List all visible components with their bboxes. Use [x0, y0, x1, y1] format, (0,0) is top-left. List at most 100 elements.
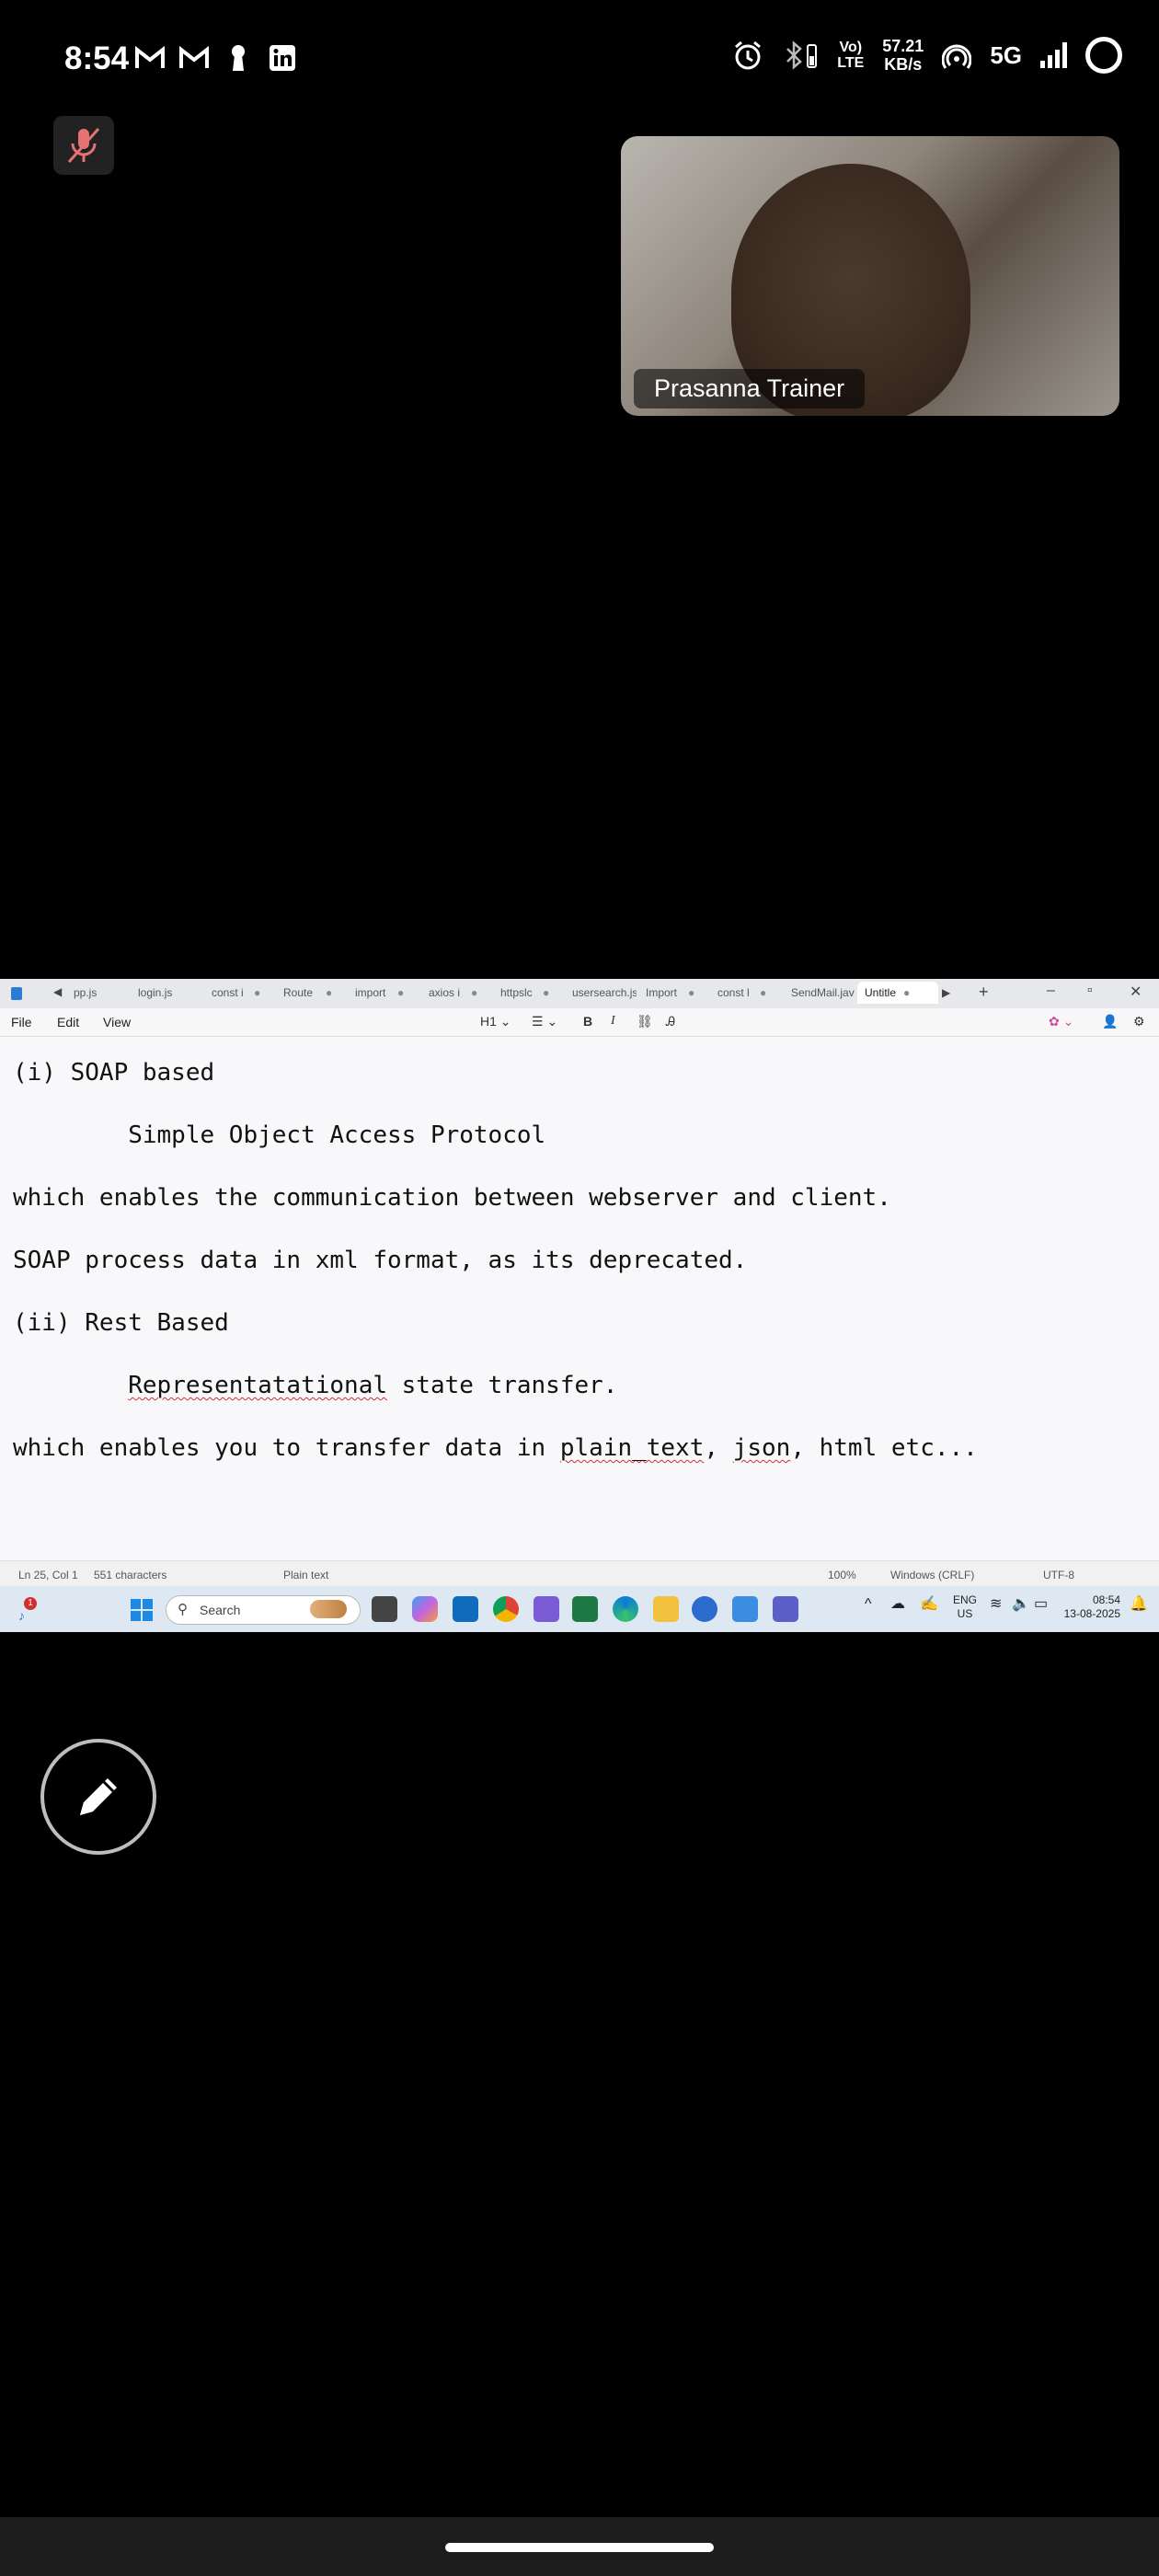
network-type: 5G	[990, 40, 1022, 69]
pencil-icon	[80, 1778, 117, 1815]
close-icon[interactable]: ✕	[1130, 983, 1142, 1001]
account-icon[interactable]: 👤	[1102, 1014, 1118, 1029]
menu-file[interactable]: File	[11, 1015, 32, 1029]
battery-tray-icon[interactable]: ▭	[1034, 1597, 1048, 1612]
menu-view[interactable]: View	[103, 1015, 131, 1029]
settings-gear-icon[interactable]: ⚙	[1133, 1014, 1145, 1029]
notepad-taskbar-icon[interactable]	[732, 1596, 758, 1622]
forms-icon[interactable]	[534, 1596, 559, 1622]
signal-icon	[1040, 42, 1067, 68]
network-speed: 57.21 KB/s	[882, 37, 924, 74]
text-editor[interactable]: (i) SOAP based Simple Object Access Prot…	[0, 1036, 1159, 1561]
store-icon[interactable]	[453, 1596, 478, 1622]
clear-format-icon[interactable]: Ꭿ	[666, 1014, 675, 1029]
teams-icon[interactable]	[773, 1596, 798, 1622]
taskbar-search[interactable]: ⚲ Search	[166, 1595, 361, 1625]
tab[interactable]: axios i	[429, 986, 462, 999]
tab[interactable]: SendMail.jav	[791, 986, 855, 999]
tab-modified-dot: ●	[688, 986, 695, 999]
tab[interactable]: login.js	[138, 986, 182, 999]
excel-icon[interactable]	[572, 1596, 598, 1622]
alarm-icon	[735, 40, 762, 70]
heading-dropdown[interactable]: H1 ⌄	[480, 1014, 511, 1029]
music-note-icon: ♪	[18, 1608, 25, 1623]
misspelled-word[interactable]: json	[733, 1434, 791, 1462]
tab[interactable]: const l	[717, 986, 751, 999]
italic-icon[interactable]: I	[611, 1014, 615, 1029]
clock-time: 08:54	[1092, 1593, 1120, 1606]
tab[interactable]: import	[355, 986, 392, 999]
taskbar-clock[interactable]: 08:54 13-08-2025	[1061, 1593, 1120, 1621]
speed-unit: KB/s	[884, 55, 923, 74]
tab[interactable]: pp.js	[74, 986, 114, 999]
notepad-tab-bar: ◀ pp.js login.js const i ● Route ● impor…	[0, 979, 1159, 1008]
clock: 8:54	[64, 40, 130, 76]
zoom-level[interactable]: 100%	[828, 1569, 856, 1581]
new-tab-icon[interactable]: +	[979, 983, 989, 1002]
tray-overflow-icon[interactable]: ^	[865, 1597, 872, 1612]
file-explorer-icon[interactable]	[653, 1596, 679, 1622]
editor-line: (i) SOAP based	[13, 1059, 215, 1087]
mic-muted-button[interactable]	[53, 116, 114, 175]
linkedin-icon	[267, 42, 298, 74]
notification-badge: 1	[24, 1597, 37, 1610]
hotspot-icon	[942, 44, 972, 69]
edge-icon[interactable]	[613, 1596, 638, 1622]
zoom-app-icon[interactable]	[692, 1596, 717, 1622]
task-view-icon[interactable]	[372, 1596, 397, 1622]
bold-icon[interactable]: B	[583, 1014, 592, 1029]
annotate-button[interactable]	[40, 1739, 156, 1855]
widgets-icon[interactable]: 1 ♪	[18, 1597, 39, 1623]
clock-date: 13-08-2025	[1063, 1607, 1120, 1620]
editor-line: Representatational state transfer.	[13, 1372, 617, 1399]
volume-icon[interactable]: 🔈	[1012, 1597, 1030, 1612]
input-language[interactable]: ENG US	[953, 1593, 977, 1621]
tab[interactable]: Import	[646, 986, 683, 999]
chrome-icon[interactable]	[493, 1596, 519, 1622]
wifi-icon[interactable]: ≋	[990, 1597, 1002, 1612]
windows-start-icon[interactable]	[131, 1599, 153, 1621]
system-navigation-bar	[0, 2517, 1159, 2576]
battery-icon	[1085, 37, 1122, 74]
list-icon[interactable]: ☰ ⌄	[532, 1014, 557, 1029]
active-tab-label: Untitle	[865, 986, 897, 999]
tab[interactable]: Route	[283, 986, 320, 999]
bluetooth-battery-icon	[786, 40, 818, 70]
tab-modified-dot: ●	[760, 986, 767, 999]
home-gesture-bar[interactable]	[445, 2543, 714, 2552]
tab-scroll-left-icon[interactable]: ◀	[53, 985, 62, 998]
search-placeholder: Search	[200, 1603, 241, 1617]
menu-edit[interactable]: Edit	[57, 1015, 79, 1029]
line-text: , html etc...	[790, 1434, 978, 1462]
minimize-icon[interactable]: –	[1047, 983, 1055, 999]
pen-tray-icon[interactable]: ✍	[920, 1597, 938, 1612]
tab-active[interactable]: Untitle ●	[857, 982, 938, 1004]
maximize-icon[interactable]: ▫	[1087, 983, 1093, 999]
editor-line: (ii) Rest Based	[13, 1309, 229, 1337]
tab-close-icon[interactable]: ●	[903, 986, 910, 999]
tab[interactable]: usersearch.js	[572, 986, 637, 999]
line-endings[interactable]: Windows (CRLF)	[890, 1569, 974, 1581]
tab[interactable]: httpslc	[500, 986, 534, 999]
participant-name: Prasanna Trainer	[634, 369, 866, 408]
participant-video[interactable]: Prasanna Trainer	[621, 136, 1119, 416]
language: ENG	[953, 1593, 978, 1606]
encoding[interactable]: UTF-8	[1043, 1569, 1074, 1581]
cursor-position: Ln 25, Col 1	[18, 1569, 78, 1581]
copilot-app-icon[interactable]	[412, 1596, 438, 1622]
shared-screen: ◀ pp.js login.js const i ● Route ● impor…	[0, 979, 1159, 1632]
line-text: which enables you to transfer data in	[13, 1434, 560, 1462]
tab-scroll-right-icon[interactable]: ▶	[942, 986, 950, 999]
onedrive-icon[interactable]: ☁	[890, 1597, 905, 1612]
notification-bell-icon[interactable]: 🔔	[1130, 1597, 1148, 1612]
editor-line: which enables you to transfer data in pl…	[13, 1434, 978, 1462]
misspelled-word[interactable]: plain_text	[560, 1434, 705, 1462]
misspelled-word[interactable]: Representatational	[128, 1372, 387, 1399]
notification-icons	[134, 42, 298, 74]
text-format[interactable]: Plain text	[283, 1569, 328, 1581]
link-icon[interactable]: ⛓	[637, 1014, 653, 1029]
copilot-icon[interactable]: ✿ ⌄	[1049, 1014, 1073, 1029]
tab[interactable]: const i	[212, 986, 245, 999]
system-indicators: Vo) LTE 57.21 KB/s 5G	[732, 37, 1122, 74]
